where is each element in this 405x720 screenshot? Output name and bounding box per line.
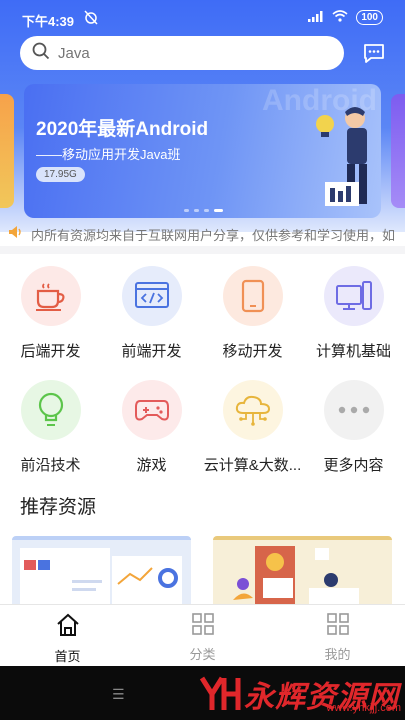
category-more[interactable]: 更多内容: [303, 380, 404, 480]
banner-slide[interactable]: Android 2020年最新Android ——移动应用开发Java班 17.…: [24, 84, 381, 218]
category-label: 计算机基础: [315, 343, 391, 360]
banner-subtitle: ——移动应用开发Java班: [36, 147, 181, 162]
category-label: 游戏: [136, 457, 167, 474]
lightbulb-icon: [20, 380, 81, 440]
recommend-card[interactable]: [213, 536, 392, 606]
coffee-cup-icon: [20, 266, 81, 326]
bottom-navigation: 首页 分类 我的: [0, 604, 405, 666]
banner-title: 2020年最新Android: [36, 119, 209, 140]
status-bar: 下午4:39 100: [0, 0, 405, 36]
grid-icon: [326, 613, 349, 640]
status-time: 下午4:39: [22, 14, 75, 29]
banner-dot: [194, 209, 199, 212]
recommend-card[interactable]: [12, 536, 191, 606]
more-dots-icon: [323, 380, 384, 440]
recommend-card-image: [20, 548, 182, 606]
category-frontend[interactable]: 前端开发: [101, 266, 202, 366]
category-computer-basics[interactable]: 计算机基础: [303, 266, 404, 366]
banner-illustration: [316, 107, 367, 206]
category-cloud-bigdata[interactable]: 云计算&大数...: [202, 380, 303, 480]
banner-next-peek[interactable]: [391, 94, 405, 208]
category-label: 前沿技术: [20, 457, 81, 474]
watermark-logo: [199, 676, 241, 710]
message-icon[interactable]: [361, 40, 387, 66]
nav-label: 首页: [54, 649, 81, 664]
gamepad-icon: [121, 380, 182, 440]
search-input[interactable]: [58, 44, 318, 62]
category-label: 移动开发: [222, 343, 283, 360]
signal-icon: [308, 10, 324, 25]
nav-home[interactable]: 首页: [0, 605, 135, 666]
category-label: 云计算&大数...: [203, 457, 302, 474]
category-label: 更多内容: [323, 457, 384, 474]
nav-category[interactable]: 分类: [135, 605, 270, 666]
notice-bar[interactable]: 内所有资源均来自于互联网用户分享，仅供参考和学习使用，如: [0, 222, 405, 244]
cloud-icon: [222, 380, 283, 440]
banner-dot: [204, 209, 209, 212]
phone-icon: [222, 266, 283, 326]
category-games[interactable]: 游戏: [101, 380, 202, 480]
banner-size-tag: 17.95G: [36, 167, 85, 182]
category-backend[interactable]: 后端开发: [0, 266, 101, 366]
system-navigation-bar: ☰ 永辉资源网 www.yhkjjj.com: [0, 666, 405, 720]
speaker-icon: [8, 225, 24, 244]
notice-text: 内所有资源均来自于互联网用户分享，仅供参考和学习使用，如: [31, 228, 396, 243]
battery-indicator: 100: [356, 10, 383, 25]
computer-icon: [323, 266, 384, 326]
category-label: 前端开发: [121, 343, 182, 360]
alarm-off-icon: [84, 9, 98, 28]
menu-icon[interactable]: ☰: [112, 686, 125, 703]
banner-dot: [184, 209, 189, 212]
banner-dot-active: [214, 209, 223, 212]
recommend-card-image: [233, 546, 359, 606]
search-icon: [32, 42, 50, 65]
code-window-icon: [121, 266, 182, 326]
category-frontier[interactable]: 前沿技术: [0, 380, 101, 480]
section-divider: [0, 246, 405, 254]
search-bar[interactable]: [20, 36, 344, 70]
nav-profile[interactable]: 我的: [270, 605, 405, 666]
watermark-url: www.yhkjjj.com: [326, 702, 401, 714]
nav-label: 我的: [324, 647, 351, 662]
wifi-icon: [332, 10, 348, 25]
category-label: 后端开发: [20, 343, 81, 360]
nav-label: 分类: [189, 647, 216, 662]
banner-pagination: [184, 209, 223, 212]
grid-icon: [191, 613, 214, 640]
home-icon: [56, 613, 80, 642]
section-title: 推荐资源: [20, 497, 97, 518]
banner-prev-peek[interactable]: [0, 94, 14, 208]
category-mobile[interactable]: 移动开发: [202, 266, 303, 366]
